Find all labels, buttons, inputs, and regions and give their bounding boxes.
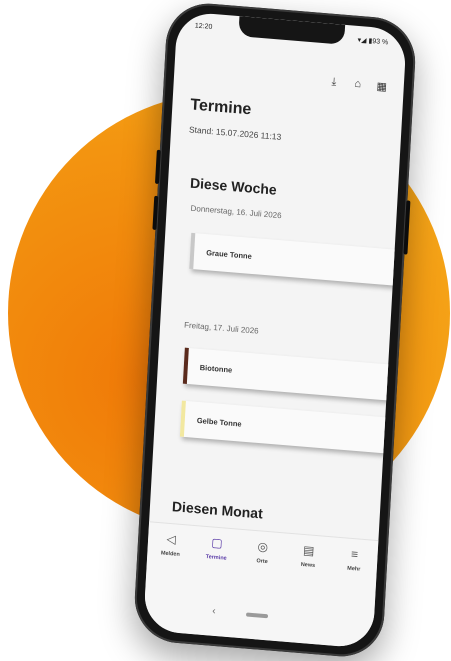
- nav-item-news[interactable]: ▤ News: [288, 542, 329, 570]
- nav-label: News: [300, 561, 316, 569]
- phone-screen: 12:20 ▾◢ ▮93 % ⤓ ⌂ ▦ Termine Stand: 15.0…: [143, 11, 407, 649]
- nav-label: Melden: [160, 550, 180, 558]
- calendar-grid-icon[interactable]: ▦: [375, 80, 388, 94]
- week-heading: Diese Woche: [189, 174, 278, 198]
- waste-card-graue-tonne[interactable]: Graue Tonne: [189, 232, 399, 286]
- day-label-friday: Freitag, 17. Juli 2026: [183, 320, 259, 336]
- nav-label: Termine: [205, 554, 227, 562]
- waste-card-label: Biotonne: [199, 362, 233, 375]
- location-pin-icon: ◎: [257, 539, 269, 555]
- home-icon[interactable]: ⌂: [351, 78, 364, 92]
- system-home-handle[interactable]: [245, 612, 269, 619]
- waste-color-bar: [189, 232, 196, 270]
- waste-color-bar: [179, 400, 186, 437]
- megaphone-icon: ◁: [166, 531, 177, 547]
- waste-card-gelbe-tonne[interactable]: Gelbe Tonne: [179, 400, 390, 454]
- menu-icon: ≡: [350, 546, 359, 562]
- news-icon: ▤: [302, 542, 315, 558]
- phone-frame: 12:20 ▾◢ ▮93 % ⤓ ⌂ ▦ Termine Stand: 15.0…: [132, 0, 418, 660]
- download-icon[interactable]: ⤓: [328, 76, 341, 90]
- nav-item-termine[interactable]: ▢ Termine: [196, 534, 237, 562]
- page-title: Termine: [189, 96, 252, 119]
- volume-up-button: [154, 149, 161, 185]
- waste-card-label: Graue Tonne: [205, 248, 253, 261]
- system-back-button[interactable]: ‹: [212, 606, 216, 617]
- nav-label: Mehr: [347, 565, 361, 573]
- nav-item-melden[interactable]: ◁ Melden: [150, 530, 191, 558]
- nav-item-orte[interactable]: ◎ Orte: [242, 538, 283, 566]
- waste-card-label: Gelbe Tonne: [196, 415, 242, 429]
- waste-color-bar: [182, 347, 189, 384]
- top-toolbar: ⤓ ⌂ ▦: [328, 76, 389, 94]
- nav-item-mehr[interactable]: ≡ Mehr: [334, 546, 375, 574]
- last-updated: Stand: 15.07.2026 11:13: [188, 124, 282, 142]
- calendar-icon: ▢: [210, 535, 224, 551]
- volume-down-button: [152, 195, 159, 230]
- status-time: 12:20: [194, 22, 213, 31]
- nav-label: Orte: [256, 558, 268, 566]
- day-label-thursday: Donnerstag, 16. Juli 2026: [190, 203, 282, 221]
- status-indicators: ▾◢ ▮93 %: [357, 36, 389, 47]
- month-heading: Diesen Monat: [171, 498, 264, 522]
- waste-card-biotonne[interactable]: Biotonne: [182, 347, 393, 401]
